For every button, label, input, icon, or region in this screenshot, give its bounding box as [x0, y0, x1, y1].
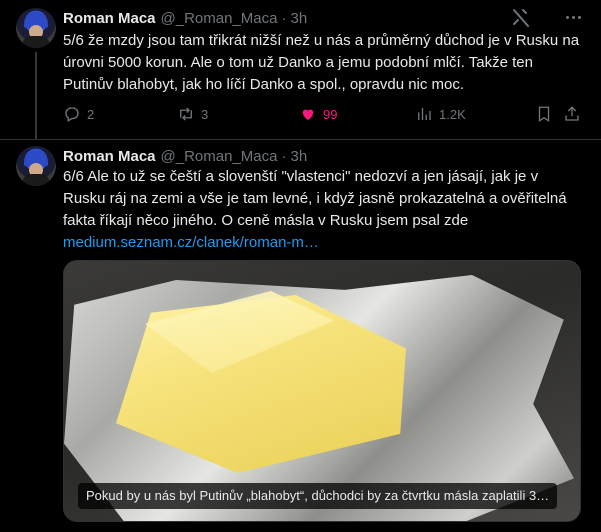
share-button[interactable]: [563, 104, 587, 124]
grok-icon[interactable]: [512, 8, 530, 28]
views-count: 1.2K: [439, 106, 466, 122]
share-icon: [565, 106, 579, 121]
tweet-header: Roman Maca @_Roman_Maca · 3h: [63, 146, 307, 166]
author-handle[interactable]: @_Roman_Maca: [161, 148, 278, 165]
tweet-5-of-6[interactable]: Roman Maca @_Roman_Maca · 3h 5/6 že mzdy…: [0, 0, 601, 140]
media-card[interactable]: Pokud by u nás byl Putinův „blahobyt“, d…: [63, 260, 581, 522]
bookmark-icon: [538, 106, 550, 123]
bookmark-button[interactable]: [535, 104, 559, 124]
timestamp[interactable]: 3h: [290, 10, 307, 27]
tweet-6-of-6[interactable]: Roman Maca @_Roman_Maca · 3h 6/6 Ale to …: [0, 140, 601, 532]
article-link[interactable]: medium.seznam.cz/clanek/roman-m…: [63, 234, 319, 251]
views-button[interactable]: 1.2K: [415, 104, 466, 124]
tweet-header: Roman Maca @_Roman_Maca · 3h: [63, 8, 307, 28]
retweet-count: 3: [201, 106, 209, 122]
author-name[interactable]: Roman Maca: [63, 148, 156, 165]
author-name[interactable]: Roman Maca: [63, 10, 156, 27]
like-count: 99: [323, 106, 338, 122]
reply-count: 2: [87, 106, 95, 122]
media-caption[interactable]: Pokud by u nás byl Putinův „blahobyt“, d…: [78, 483, 558, 509]
separator-dot: ·: [281, 9, 287, 27]
separator-dot: ·: [281, 147, 287, 165]
tweet-text: 5/6 že mzdy jsou tam třikrát nižší než u…: [63, 32, 580, 93]
avatar[interactable]: [16, 8, 56, 48]
timestamp[interactable]: 3h: [290, 148, 307, 165]
like-button[interactable]: 99: [299, 104, 337, 124]
thread-connector-line: [35, 52, 37, 140]
tweet-text: 6/6 Ale to už se čeští a slovenští "vlas…: [63, 168, 567, 229]
heart-icon: [302, 109, 314, 120]
views-icon: [418, 108, 431, 120]
retweet-icon: [180, 107, 192, 121]
more-icon[interactable]: [566, 12, 582, 24]
reply-icon: [65, 107, 79, 122]
retweet-button[interactable]: 3: [177, 104, 208, 124]
reply-button[interactable]: 2: [63, 104, 94, 124]
avatar[interactable]: [16, 146, 56, 186]
tweet-actions: 2 3 99 1.2K: [63, 104, 583, 124]
author-handle[interactable]: @_Roman_Maca: [161, 10, 278, 27]
tweet-text-block: 6/6 Ale to už se čeští a slovenští "vlas…: [63, 166, 583, 254]
